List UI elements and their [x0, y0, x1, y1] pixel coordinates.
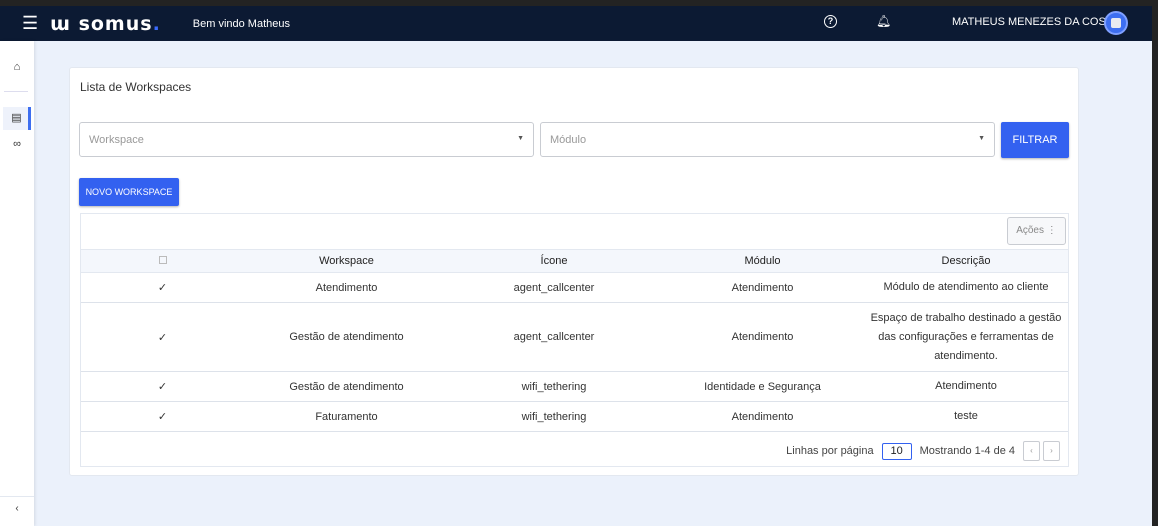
cell-modulo: Atendimento — [731, 281, 794, 294]
cell-workspace: Atendimento — [315, 281, 378, 294]
cell-icone: wifi_tethering — [521, 410, 587, 423]
cell-descricao: Módulo de atendimento ao cliente — [883, 281, 1049, 293]
sidebar-item-workspaces[interactable]: ▤ — [3, 107, 31, 130]
cell-descricao: Espaço de trabalho destinado a gestão da… — [870, 311, 1062, 362]
table-header: Workspace Ícone Módulo Descrição — [81, 249, 1068, 273]
menu-icon[interactable]: ☰ — [22, 13, 38, 34]
cell-modulo: Identidade e Segurança — [704, 380, 821, 393]
cell-icone: wifi_tethering — [521, 380, 587, 393]
user-name[interactable]: MATHEUS MENEZES DA COSTA — [952, 16, 1119, 28]
select-all-checkbox[interactable] — [158, 256, 167, 264]
rows-per-page-input[interactable]: 10 — [881, 442, 912, 460]
check-icon[interactable]: ✓ — [81, 281, 244, 294]
pagination: Linhas por página 10 Mostrando 1-4 de 4 … — [786, 441, 1060, 461]
home-icon[interactable]: ⌂ — [0, 61, 34, 73]
help-icon[interactable]: ? — [824, 15, 837, 28]
cell-descricao: Atendimento — [935, 380, 997, 392]
filter-button[interactable]: FILTRAR — [1001, 122, 1069, 158]
divider — [4, 91, 28, 92]
workspace-select[interactable]: Workspace ▼ — [79, 122, 534, 157]
cell-workspace: Gestão de atendimento — [289, 380, 404, 393]
table-row[interactable]: ✓ Faturamento wifi_tethering Atendimento… — [81, 402, 1068, 432]
workspaces-card: Lista de Workspaces Workspace ▼ Módulo ▼ F… — [69, 67, 1079, 476]
cell-modulo: Atendimento — [731, 410, 794, 423]
welcome-text: Bem vindo Matheus — [192, 17, 290, 30]
cell-icone: agent_callcenter — [513, 331, 595, 343]
next-page-button[interactable]: › — [1043, 441, 1060, 461]
actions-button[interactable]: Ações ⋮ — [1007, 217, 1066, 245]
check-icon[interactable]: ✓ — [81, 380, 244, 393]
link-icon[interactable]: ∞ — [0, 138, 34, 150]
cell-modulo: Atendimento — [731, 331, 794, 343]
showing-text: Mostrando 1-4 de 4 — [919, 445, 1015, 457]
col-descricao[interactable]: Descrição — [866, 252, 1066, 271]
table-row[interactable]: ✓ Atendimento agent_callcenter Atendimen… — [81, 273, 1068, 303]
modulo-select[interactable]: Módulo ▼ — [540, 122, 995, 157]
cell-icone: agent_callcenter — [513, 281, 595, 294]
check-icon[interactable]: ✓ — [81, 331, 244, 344]
rows-per-page-label: Linhas por página — [786, 445, 874, 457]
cell-workspace: Gestão de atendimento — [289, 331, 404, 343]
cell-descricao: teste — [954, 410, 978, 422]
col-workspace[interactable]: Workspace — [244, 255, 449, 267]
col-icone[interactable]: Ícone — [449, 255, 659, 267]
cell-workspace: Faturamento — [315, 410, 378, 423]
prev-page-button[interactable]: ‹ — [1023, 441, 1040, 461]
list-icon: ▤ — [11, 112, 22, 124]
table-row[interactable]: ✓ Gestão de atendimento agent_callcenter… — [81, 303, 1068, 372]
col-modulo[interactable]: Módulo — [659, 255, 866, 267]
table-row[interactable]: ✓ Gestão de atendimento wifi_tethering I… — [81, 372, 1068, 402]
bell-icon[interactable]: 🔔︎ — [876, 14, 891, 28]
workspaces-table: Ações ⋮ Workspace Ícone Módulo Descrição… — [80, 213, 1069, 467]
caret-down-icon: ▼ — [978, 135, 985, 142]
logo: ɯ somus. — [50, 12, 161, 35]
avatar[interactable] — [1104, 11, 1128, 35]
caret-down-icon: ▼ — [517, 135, 524, 142]
top-bar: ☰ ɯ somus. Bem vindo Matheus ? 🔔︎ MATHEU… — [0, 6, 1152, 41]
collapse-sidebar-button[interactable]: ‹ — [0, 496, 34, 514]
check-icon[interactable]: ✓ — [81, 410, 244, 423]
new-workspace-button[interactable]: NOVO WORKSPACE — [79, 178, 179, 206]
sidebar: ⌂ ▤ ∞ ‹ — [0, 41, 34, 526]
main-area: ⌂ ▤ ∞ ‹ Lista de Workspaces Workspace ▼ M… — [0, 41, 1152, 526]
page-title: Lista de Workspaces — [80, 80, 192, 94]
